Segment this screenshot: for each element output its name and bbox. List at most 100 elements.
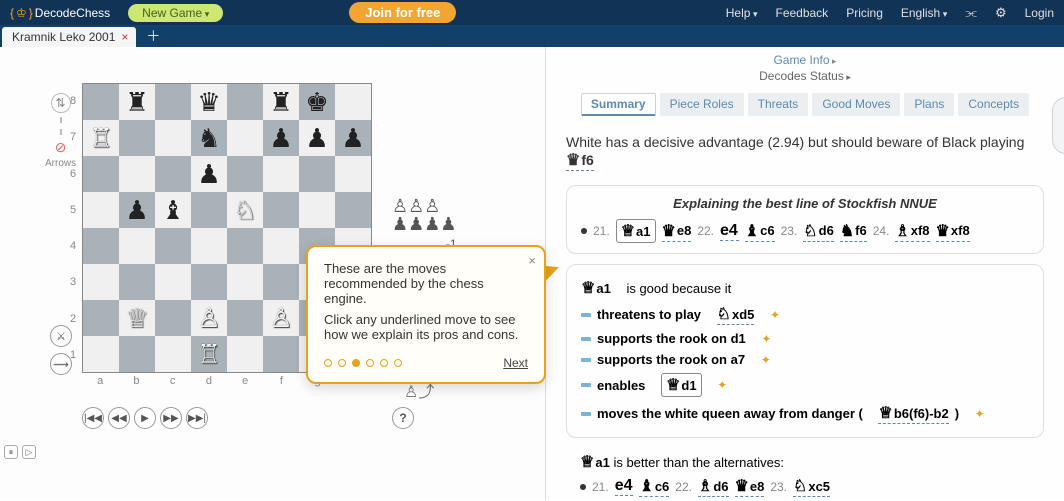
expand-plus-icon[interactable]: ✦: [770, 308, 780, 322]
move-number: 21.: [592, 480, 609, 494]
expand-plus-icon[interactable]: ✦: [761, 353, 771, 367]
expand-plus-icon[interactable]: ✦: [717, 378, 727, 392]
help-menu[interactable]: Help: [726, 6, 758, 20]
summary-warn-move[interactable]: ♛f6: [566, 150, 594, 171]
analysis-tab-summary[interactable]: Summary: [581, 93, 656, 116]
move-link[interactable]: ♘xc5: [793, 476, 830, 497]
prev-move-button[interactable]: ◀◀: [108, 407, 130, 429]
move-link[interactable]: ♗d6: [698, 476, 729, 497]
move-link[interactable]: e4: [615, 477, 634, 496]
analysis-tab-concepts[interactable]: Concepts: [958, 93, 1029, 116]
analysis-tab-plans[interactable]: Plans: [904, 93, 954, 116]
move-number: 22.: [675, 480, 692, 494]
tooltip-text-2: Click any underlined move to see how we …: [324, 312, 528, 342]
step-dot[interactable]: [338, 359, 346, 367]
explanation-row: supports the rook on a7 ✦: [581, 349, 1029, 370]
play-small-icon[interactable]: ▷: [22, 445, 36, 459]
join-free-button[interactable]: Join for free: [349, 2, 456, 23]
game-tab-label: Kramnik Leko 2001: [12, 30, 115, 44]
explanation-row: supports the rook on d1 ✦: [581, 328, 1029, 349]
top-navbar: {♔} DecodeChess New Game Join for free H…: [0, 0, 1064, 25]
move-number: 21.: [593, 224, 610, 238]
decode-game-button[interactable]: Decode game +: [1052, 97, 1064, 154]
first-move-button[interactable]: |◀◀: [82, 407, 104, 429]
step-dot[interactable]: [324, 359, 332, 367]
move-link[interactable]: ♘d6: [803, 221, 834, 242]
tooltip-close-icon[interactable]: ×: [528, 253, 536, 268]
explanation-header: ♕a1 is good because it: [581, 275, 1029, 301]
dash-icon: [581, 383, 591, 387]
close-tab-icon[interactable]: ×: [121, 30, 128, 44]
game-info-link[interactable]: Game Info: [773, 53, 836, 67]
next-move-button[interactable]: ▶▶: [160, 407, 182, 429]
decode-status-link[interactable]: Decodes Status: [546, 69, 1064, 89]
expand-plus-icon[interactable]: ✦: [975, 407, 985, 421]
language-menu[interactable]: English: [901, 6, 947, 20]
move-link[interactable]: e4: [720, 222, 739, 241]
alternatives-panel: ♕a1 is better than the alternatives: 21. e…: [566, 448, 1044, 501]
alternatives-header: ♕a1 is better than the alternatives:: [580, 452, 1030, 472]
move-link[interactable]: ♕a1: [616, 219, 656, 243]
tooltip-text-1: These are the moves recommended by the c…: [324, 261, 528, 306]
tooltip-next-button[interactable]: Next: [503, 356, 528, 370]
tutorial-tooltip: × These are the moves recommended by the…: [306, 245, 546, 384]
share-icon[interactable]: ⫘: [965, 5, 977, 21]
dash-icon: [581, 313, 591, 317]
move-link[interactable]: ♘xd5: [717, 304, 755, 325]
brand-name: DecodeChess: [35, 6, 110, 20]
alternative-line: 21. e4 ♝c6 22. ♗d6 ♛e8 23. ♘xc5: [580, 472, 1030, 497]
move-link[interactable]: ♕d1: [661, 373, 702, 397]
playback-controls: |◀◀ ◀◀ ▶ ▶▶ ▶▶| ?: [82, 407, 414, 429]
dash-icon: [581, 358, 591, 362]
best-line-panel: Explaining the best line of Stockfish NN…: [566, 185, 1044, 254]
explanation-row: enables ♕d1 ✦: [581, 370, 1029, 400]
game-tab[interactable]: Kramnik Leko 2001 ×: [2, 27, 136, 47]
disable-arrows-icon[interactable]: ⊘: [55, 139, 67, 156]
settings-icon[interactable]: ⚙: [995, 5, 1007, 21]
bullet-icon: [581, 228, 587, 234]
summary-text: White has a decisive advantage (2.94) bu…: [546, 126, 1064, 185]
pause-small-icon[interactable]: ⏸: [4, 445, 18, 459]
analysis-tab-threats[interactable]: Threats: [748, 93, 809, 116]
step-dot[interactable]: [380, 359, 388, 367]
step-dot-active[interactable]: [352, 359, 360, 367]
divider: [60, 117, 62, 135]
pricing-link[interactable]: Pricing: [846, 6, 883, 20]
analysis-tab-piece-roles[interactable]: Piece Roles: [660, 93, 744, 116]
brand-logo[interactable]: {♔} DecodeChess: [10, 6, 110, 20]
move-link[interactable]: ♞f6: [840, 221, 867, 242]
explanation-row: moves the white queen away from danger (…: [581, 400, 1029, 427]
step-dot[interactable]: [366, 359, 374, 367]
tooltip-tail: [544, 257, 570, 283]
step-dot[interactable]: [394, 359, 402, 367]
best-line-sequence: 21.♕a1♛e822.e4♝c623.♘d6♞f624.♗xf8♛xf8: [581, 219, 1029, 243]
summary-pre: White has a decisive advantage (2.94) bu…: [566, 134, 1024, 150]
move-number: 24.: [873, 224, 890, 238]
add-tab-button[interactable]: ＋: [146, 26, 160, 46]
bullet-icon: [580, 484, 586, 490]
right-pane: Decode game + Game Info Decodes Status S…: [545, 47, 1064, 500]
login-link[interactable]: Login: [1025, 6, 1054, 20]
feedback-link[interactable]: Feedback: [775, 6, 828, 20]
play-button[interactable]: ▶: [134, 407, 156, 429]
move-link[interactable]: ♝c6: [745, 221, 775, 242]
move-link[interactable]: ♗xf8: [895, 221, 929, 242]
move-link[interactable]: ♛e8: [735, 476, 765, 497]
last-move-button[interactable]: ▶▶|: [186, 407, 208, 429]
move-link[interactable]: ♛e8: [662, 221, 692, 242]
explanation-panel: ♕a1 is good because itthreatens to play …: [566, 264, 1044, 438]
expand-plus-icon[interactable]: ✦: [761, 332, 771, 346]
best-line-header: Explaining the best line of Stockfish NN…: [581, 196, 1029, 219]
move-link[interactable]: ♝c6: [639, 476, 669, 497]
move-number: 23.: [770, 480, 787, 494]
new-game-button[interactable]: New Game: [128, 4, 223, 22]
game-tab-bar: Kramnik Leko 2001 × ＋: [0, 25, 1064, 47]
move-link[interactable]: ♕b6(f6)-b2: [878, 403, 948, 424]
move-number: 23.: [781, 224, 798, 238]
move-link[interactable]: ♛xf8: [936, 221, 970, 242]
dash-icon: [581, 337, 591, 341]
help-button[interactable]: ?: [392, 407, 414, 429]
left-pane: ⇅ ⊘ Arrows ⚔ ⟿ ⏸ ▷ 87654321 ♜♛♜♚♖♞♟♟♟♟♟♝…: [0, 47, 545, 500]
analysis-tabs: SummaryPiece RolesThreatsGood MovesPlans…: [546, 89, 1064, 126]
analysis-tab-good-moves[interactable]: Good Moves: [812, 93, 900, 116]
